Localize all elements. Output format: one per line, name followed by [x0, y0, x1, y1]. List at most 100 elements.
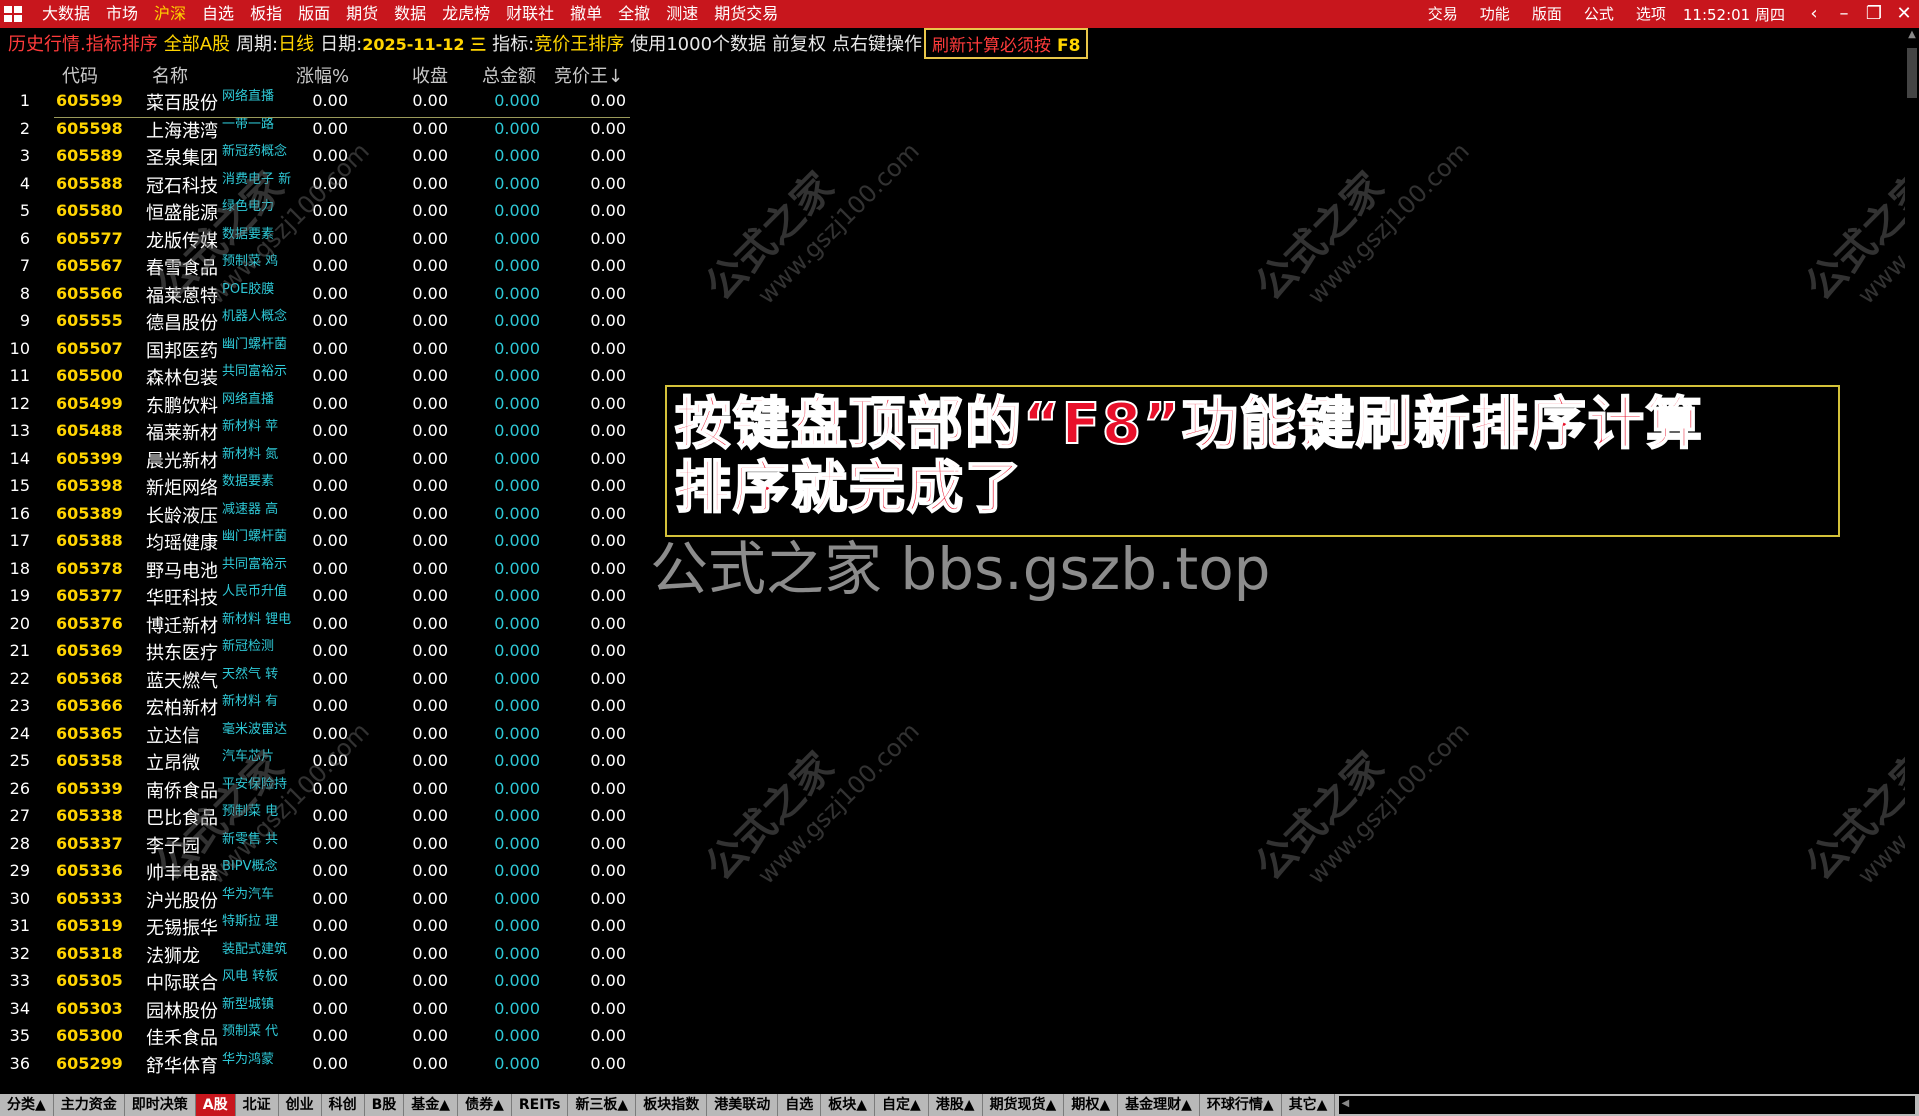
- table-row[interactable]: 23 605366 宏柏新材 新材料 有 0.00 0.00 0.000 0.00: [0, 692, 630, 720]
- table-row[interactable]: 18 605378 野马电池 共同富裕示 0.00 0.00 0.000 0.00: [0, 555, 630, 583]
- table-row[interactable]: 12 605499 东鹏饮料 网络直播 0.00 0.00 0.000 0.00: [0, 390, 630, 418]
- table-row[interactable]: 8 605566 福莱蒽特 POE胶膜 0.00 0.00 0.000 0.00: [0, 280, 630, 308]
- bottom-tab[interactable]: 自定▲: [875, 1094, 929, 1116]
- bottom-tab[interactable]: 主力资金: [54, 1094, 125, 1116]
- bottom-tab[interactable]: 期货现货▲: [983, 1094, 1065, 1116]
- table-row[interactable]: 20 605376 博迁新材 新材料 锂电 0.00 0.00 0.000 0.00: [0, 610, 630, 638]
- app-logo-icon[interactable]: [4, 4, 28, 24]
- table-row[interactable]: 13 605488 福莱新材 新材料 苹 0.00 0.00 0.000 0.00: [0, 417, 630, 445]
- bottom-tab[interactable]: 港美联动: [707, 1094, 779, 1116]
- bottom-tab[interactable]: 即时决策: [125, 1094, 196, 1116]
- bottom-tab[interactable]: 自选: [778, 1094, 822, 1116]
- table-row[interactable]: 17 605388 均瑶健康 幽门螺杆菌 0.00 0.00 0.000 0.00: [0, 527, 630, 555]
- menu-item[interactable]: 期货: [338, 0, 386, 28]
- bottom-tab[interactable]: 债券▲: [458, 1094, 512, 1116]
- header-name[interactable]: 名称: [152, 62, 188, 88]
- table-row[interactable]: 29 605336 帅丰电器 BIPV概念 0.00 0.00 0.000 0.00: [0, 857, 630, 885]
- table-row[interactable]: 28 605337 李子园 新零售 共 0.00 0.00 0.000 0.00: [0, 830, 630, 858]
- minimize-icon[interactable]: –: [1829, 0, 1859, 28]
- table-row[interactable]: 15 605398 新炬网络 数据要素 0.00 0.00 0.000 0.00: [0, 472, 630, 500]
- table-row[interactable]: 9 605555 德昌股份 机器人概念 0.00 0.00 0.000 0.00: [0, 307, 630, 335]
- table-row[interactable]: 7 605567 春雪食品 预制菜 鸡 0.00 0.00 0.000 0.00: [0, 252, 630, 280]
- scroll-up-icon[interactable]: ▲: [1905, 28, 1919, 42]
- back-arrow-icon[interactable]: ‹: [1799, 0, 1829, 28]
- menu-right-item[interactable]: 交易: [1417, 0, 1469, 28]
- menu-item[interactable]: 数据: [386, 0, 434, 28]
- header-close[interactable]: 收盘: [412, 62, 448, 88]
- menu-right-item[interactable]: 功能: [1469, 0, 1521, 28]
- bottom-tab[interactable]: 科创: [322, 1094, 365, 1116]
- table-row[interactable]: 26 605339 南侨食品 平安保险持 0.00 0.00 0.000 0.00: [0, 775, 630, 803]
- bottom-tab[interactable]: 北证: [236, 1094, 279, 1116]
- restore-icon[interactable]: ❐: [1859, 0, 1889, 28]
- menu-item[interactable]: 沪深: [146, 0, 194, 28]
- table-row[interactable]: 3 605589 圣泉集团 新冠药概念 0.00 0.00 0.000 0.00: [0, 142, 630, 170]
- period-value[interactable]: 日线: [278, 30, 314, 56]
- mode-label[interactable]: 历史行情.指标排序: [8, 30, 158, 56]
- table-row[interactable]: 32 605318 法狮龙 装配式建筑 0.00 0.00 0.000 0.00: [0, 940, 630, 968]
- table-row[interactable]: 19 605377 华旺科技 人民币升值 0.00 0.00 0.000 0.00: [0, 582, 630, 610]
- table-row[interactable]: 35 605300 佳禾食品 预制菜 代 0.00 0.00 0.000 0.00: [0, 1022, 630, 1050]
- bottom-tab[interactable]: 其它▲: [1282, 1094, 1336, 1116]
- table-row[interactable]: 1 605599 菜百股份 网络直播 0.00 0.00 0.000 0.00: [0, 87, 630, 115]
- bottom-tab[interactable]: 创业: [279, 1094, 322, 1116]
- table-row[interactable]: 10 605507 国邦医药 幽门螺杆菌 0.00 0.00 0.000 0.00: [0, 335, 630, 363]
- bottom-tab[interactable]: 新三板▲: [568, 1094, 637, 1116]
- table-row[interactable]: 11 605500 森林包装 共同富裕示 0.00 0.00 0.000 0.00: [0, 362, 630, 390]
- menu-item[interactable]: 板指: [242, 0, 290, 28]
- bottom-tab[interactable]: B股: [365, 1094, 405, 1116]
- table-row[interactable]: 33 605305 中际联合 风电 转板 0.00 0.00 0.000 0.00: [0, 967, 630, 995]
- bottom-tab[interactable]: 基金理财▲: [1118, 1094, 1200, 1116]
- header-amount[interactable]: 总金额: [482, 62, 536, 88]
- bottom-tab[interactable]: 板块▲: [821, 1094, 875, 1116]
- table-row[interactable]: 22 605368 蓝天燃气 天然气 转 0.00 0.00 0.000 0.00: [0, 665, 630, 693]
- table-row[interactable]: 25 605358 立昂微 汽车芯片 0.00 0.00 0.000 0.00: [0, 747, 630, 775]
- table-row[interactable]: 4 605588 冠石科技 消费电子 新 0.00 0.00 0.000 0.00: [0, 170, 630, 198]
- close-icon[interactable]: ✕: [1889, 0, 1919, 28]
- table-row[interactable]: 21 605369 拱东医疗 新冠检测 0.00 0.00 0.000 0.00: [0, 637, 630, 665]
- table-row[interactable]: 16 605389 长龄液压 减速器 高 0.00 0.00 0.000 0.00: [0, 500, 630, 528]
- bottom-tab[interactable]: 基金▲: [404, 1094, 459, 1116]
- menu-item[interactable]: 期货交易: [706, 0, 786, 28]
- date-value[interactable]: 2025-11-12 三: [362, 31, 486, 55]
- menu-right-item[interactable]: 公式: [1573, 0, 1625, 28]
- scroll-thumb[interactable]: [1907, 48, 1917, 98]
- table-row[interactable]: 14 605399 晨光新材 新材料 氮 0.00 0.00 0.000 0.00: [0, 445, 630, 473]
- bottom-tab[interactable]: 港股▲: [929, 1094, 983, 1116]
- bottom-tab[interactable]: REITs: [512, 1094, 569, 1116]
- table-row[interactable]: 2 605598 上海港湾 一带一路 0.00 0.00 0.000 0.00: [0, 115, 630, 143]
- menu-item[interactable]: 测速: [658, 0, 706, 28]
- vertical-scrollbar[interactable]: ▲: [1905, 28, 1919, 1090]
- table-row[interactable]: 24 605365 立达信 毫米波雷达 0.00 0.00 0.000 0.00: [0, 720, 630, 748]
- horizontal-scrollbar[interactable]: ◀: [1339, 1096, 1915, 1114]
- menu-item[interactable]: 全撤: [610, 0, 658, 28]
- table-row[interactable]: 34 605303 园林股份 新型城镇 0.00 0.00 0.000 0.00: [0, 995, 630, 1023]
- table-row[interactable]: 36 605299 舒华体育 华为鸿蒙 0.00 0.00 0.000 0.00: [0, 1050, 630, 1078]
- bottom-tab[interactable]: 环球行情▲: [1200, 1094, 1282, 1116]
- table-row[interactable]: 6 605577 龙版传媒 数据要素 0.00 0.00 0.000 0.00: [0, 225, 630, 253]
- menu-item[interactable]: 财联社: [498, 0, 562, 28]
- bottom-tab[interactable]: A股: [195, 1094, 236, 1116]
- scope-label[interactable]: 全部A股: [164, 30, 230, 56]
- table-row[interactable]: 27 605338 巴比食品 预制菜 电 0.00 0.00 0.000 0.00: [0, 802, 630, 830]
- header-code[interactable]: 代码: [62, 62, 98, 88]
- bottom-tab[interactable]: 分类▲: [0, 1094, 54, 1116]
- indicator-value[interactable]: 竞价王排序: [534, 30, 624, 56]
- menu-right-item[interactable]: 选项: [1625, 0, 1677, 28]
- menu-item[interactable]: 撤单: [562, 0, 610, 28]
- menu-item[interactable]: 自选: [194, 0, 242, 28]
- menu-item[interactable]: 大数据: [34, 0, 98, 28]
- table-row[interactable]: 31 605319 无锡振华 特斯拉 理 0.00 0.00 0.000 0.00: [0, 912, 630, 940]
- scroll-left-icon[interactable]: ◀: [1341, 1098, 1349, 1109]
- table-row[interactable]: 30 605333 沪光股份 华为汽车 0.00 0.00 0.000 0.00: [0, 885, 630, 913]
- bottom-tab[interactable]: 板块指数: [636, 1094, 708, 1116]
- table-row[interactable]: 5 605580 恒盛能源 绿色电力 0.00 0.00 0.000 0.00: [0, 197, 630, 225]
- menu-item[interactable]: 龙虎榜: [434, 0, 498, 28]
- adjust-text[interactable]: 前复权: [772, 30, 826, 56]
- header-chg[interactable]: 涨幅%: [296, 62, 349, 88]
- menu-item[interactable]: 市场: [98, 0, 146, 28]
- refresh-notice[interactable]: 刷新计算必须按 F8: [924, 27, 1089, 59]
- menu-right-item[interactable]: 版面: [1521, 0, 1573, 28]
- bottom-tab[interactable]: 期权▲: [1064, 1094, 1119, 1116]
- menu-item[interactable]: 版面: [290, 0, 338, 28]
